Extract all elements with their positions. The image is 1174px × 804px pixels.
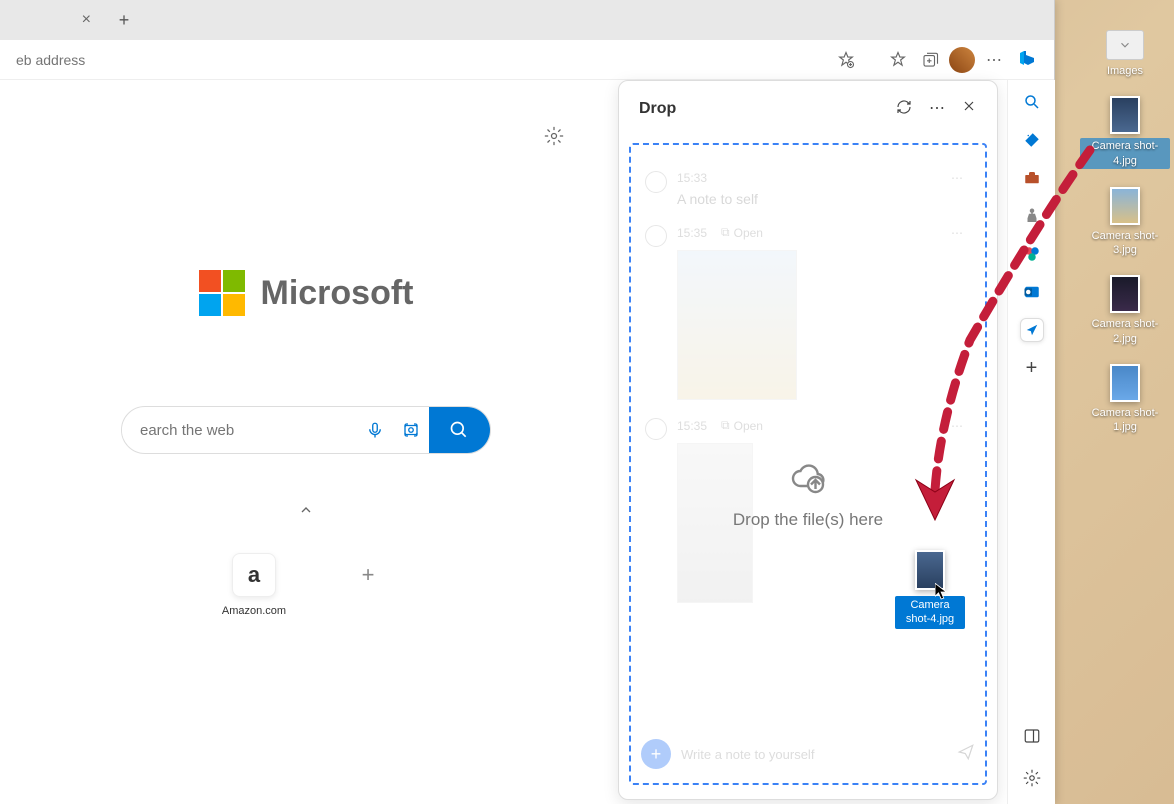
amazon-icon: a (232, 553, 276, 597)
sidebar-search-icon[interactable] (1020, 90, 1044, 114)
quicklink-amazon[interactable]: a Amazon.com (222, 553, 286, 617)
sidebar-shopping-icon[interactable] (1020, 128, 1044, 152)
image-search-icon[interactable] (393, 421, 429, 439)
compose-row: + Write a note to yourself (641, 733, 975, 775)
sidebar-games-icon[interactable] (1020, 204, 1044, 228)
image-thumbnail (1110, 364, 1140, 402)
refresh-icon[interactable] (895, 98, 913, 121)
open-link: ⧉ Open (721, 225, 763, 240)
browser-tab[interactable]: × (0, 0, 105, 40)
sidebar-outlook-icon[interactable] (1020, 280, 1044, 304)
drop-history: 15:33 ⋯ A note to self 15:35 ⧉ Open ⋯ (631, 145, 985, 783)
msg-text: A note to self (677, 191, 971, 207)
page-settings-icon[interactable] (544, 126, 564, 151)
desktop-file[interactable]: Camera shot-1.jpg (1080, 364, 1170, 435)
compose-input[interactable]: Write a note to yourself (681, 747, 947, 762)
url-input[interactable] (8, 52, 830, 68)
new-tab-button[interactable]: + (105, 0, 143, 40)
chevron-up-icon[interactable] (298, 502, 314, 523)
dragged-file-label: Camera shot-4.jpg (895, 596, 965, 629)
drop-message: 15:35 ⧉ Open ⋯ (639, 225, 977, 400)
sidebar-add-icon[interactable]: + (1020, 356, 1044, 380)
avatar-icon (645, 418, 667, 440)
msg-menu-icon: ⋯ (951, 171, 963, 185)
desktop-icon-label: Camera shot-1.jpg (1080, 406, 1170, 435)
desktop-file[interactable]: Camera shot-2.jpg (1080, 275, 1170, 346)
desktop-icon-label: Camera shot-2.jpg (1080, 317, 1170, 346)
drop-message: 15:33 ⋯ A note to self (639, 171, 977, 207)
msg-time: 15:35 (677, 226, 707, 240)
drop-zone[interactable]: 15:33 ⋯ A note to self 15:35 ⧉ Open ⋯ (629, 143, 987, 785)
desktop-folder-images[interactable]: Images (1106, 30, 1144, 78)
image-thumbnail (915, 550, 945, 590)
avatar-icon (645, 171, 667, 193)
desktop-icons: Images Camera shot-4.jpg Camera shot-3.j… (1080, 30, 1170, 435)
image-thumbnail (677, 250, 797, 400)
folder-icon (1106, 30, 1144, 60)
image-thumbnail (677, 443, 753, 603)
edge-sidebar: + (1007, 80, 1055, 804)
microsoft-logo: Microsoft (199, 270, 414, 316)
msg-menu-icon: ⋯ (951, 226, 963, 240)
voice-search-icon[interactable] (357, 421, 393, 439)
new-tab-page: Microsoft a Amazon.com + (0, 80, 612, 804)
msg-time: 15:33 (677, 171, 707, 185)
favorites-icon[interactable] (882, 44, 914, 76)
msg-time: 15:35 (677, 419, 707, 433)
drop-panel: Drop ⋯ 15:33 ⋯ A note to self (618, 80, 998, 800)
sidebar-drop-icon[interactable] (1020, 318, 1044, 342)
drop-header: Drop ⋯ (619, 81, 997, 137)
desktop-file[interactable]: Camera shot-3.jpg (1080, 187, 1170, 258)
add-page-icon[interactable] (830, 44, 862, 76)
desktop-icon-label: Camera shot-3.jpg (1080, 229, 1170, 258)
image-thumbnail (1110, 187, 1140, 225)
close-tab-icon[interactable]: × (76, 9, 97, 31)
desktop-icon-label: Images (1107, 64, 1143, 78)
sidebar-settings-icon[interactable] (1020, 766, 1044, 790)
sidebar-office-icon[interactable] (1020, 242, 1044, 266)
plus-icon: + (346, 553, 390, 597)
attach-button[interactable]: + (641, 739, 671, 769)
tab-bar: × + (0, 0, 1054, 40)
search-input[interactable] (122, 422, 357, 439)
bing-chat-icon[interactable] (1010, 42, 1046, 78)
address-bar: ⋯ (0, 40, 1054, 80)
desktop-icon-label: Camera shot-4.jpg (1080, 138, 1170, 169)
drop-title: Drop (639, 100, 676, 118)
microsoft-squares-icon (199, 270, 245, 316)
quick-links: a Amazon.com + (222, 553, 390, 617)
image-thumbnail (1110, 275, 1140, 313)
collections-icon[interactable] (914, 44, 946, 76)
search-box[interactable] (121, 406, 491, 454)
add-quicklink-button[interactable]: + (346, 553, 390, 617)
sidebar-toggle-icon[interactable] (1020, 724, 1044, 748)
sidebar-tools-icon[interactable] (1020, 166, 1044, 190)
profile-avatar[interactable] (946, 44, 978, 76)
avatar-icon (645, 225, 667, 247)
msg-menu-icon: ⋯ (951, 419, 963, 433)
close-panel-icon[interactable] (961, 98, 977, 121)
dragged-file-ghost: Camera shot-4.jpg (895, 550, 965, 629)
image-thumbnail (1110, 96, 1140, 134)
send-icon[interactable] (957, 743, 975, 766)
more-options-icon[interactable]: ⋯ (929, 98, 945, 121)
browser-window: × + ⋯ Micros (0, 0, 1055, 804)
more-menu-icon[interactable]: ⋯ (978, 44, 1010, 76)
microsoft-wordmark: Microsoft (261, 274, 414, 313)
desktop-file[interactable]: Camera shot-4.jpg (1080, 96, 1170, 169)
quicklink-label: Amazon.com (222, 605, 286, 617)
open-link: ⧉ Open (721, 418, 763, 433)
search-button[interactable] (429, 406, 490, 454)
